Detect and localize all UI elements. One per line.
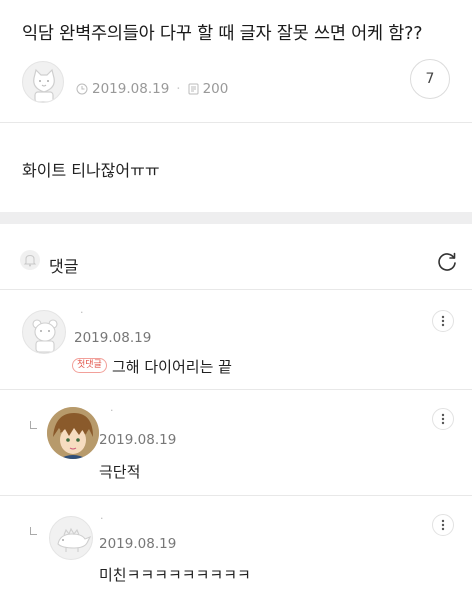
dinosaur-avatar-icon <box>57 527 92 552</box>
commenter-name: · <box>80 306 84 319</box>
bell-icon <box>20 250 40 270</box>
post-views: 200 <box>202 81 229 97</box>
commenter-name: · <box>110 404 114 417</box>
post-body: 화이트 티나잖어ㅠㅠ <box>22 161 160 180</box>
author-avatar[interactable] <box>22 61 64 103</box>
more-options-icon[interactable] <box>432 408 454 430</box>
comment-text: 극단적 <box>99 463 141 481</box>
bear-avatar-icon <box>32 319 58 353</box>
comment-item: · 2019.08.19 미친ㅋㅋㅋㅋㅋㅋㅋㅋㅋ <box>0 496 472 591</box>
clock-icon <box>76 83 88 95</box>
comment-text: 그해 다이어리는 끝 <box>112 358 232 376</box>
comment-item: · 2019.08.19 첫댓글 그해 다이어리는 끝 <box>0 290 472 388</box>
first-comment-badge: 첫댓글 <box>72 358 107 373</box>
post-title: 익담 완벽주의들아 다꾸 할 때 글자 잘못 쓰면 어케 함?? <box>22 24 423 44</box>
anime-character-avatar-icon <box>47 407 99 459</box>
comments-label: 댓글 <box>49 257 79 276</box>
comment-date: 2019.08.19 <box>74 330 152 346</box>
post-meta: 2019.08.19 · 200 <box>76 81 228 97</box>
section-separator <box>0 212 472 224</box>
comment-date: 2019.08.19 <box>99 536 177 552</box>
comment-date: 2019.08.19 <box>99 432 177 448</box>
more-options-icon[interactable] <box>432 310 454 332</box>
more-options-icon[interactable] <box>432 514 454 536</box>
comment-count-badge[interactable]: 7 <box>410 59 450 99</box>
commenter-avatar[interactable] <box>49 516 93 560</box>
reply-arrow-icon <box>30 421 37 429</box>
commenter-avatar[interactable] <box>47 407 99 459</box>
comment-item: · 2019.08.19 극단적 <box>0 390 472 494</box>
commenter-name: · <box>100 512 104 525</box>
header-divider <box>0 122 472 123</box>
document-views-icon <box>188 83 199 95</box>
post-date: 2019.08.19 <box>92 81 170 97</box>
comment-text: 미친ㅋㅋㅋㅋㅋㅋㅋㅋㅋ <box>99 566 251 584</box>
refresh-icon[interactable] <box>435 250 459 274</box>
commenter-avatar[interactable] <box>22 310 66 354</box>
meta-separator: · <box>176 81 181 97</box>
cat-avatar-icon <box>33 68 55 102</box>
reply-arrow-icon <box>30 527 37 535</box>
